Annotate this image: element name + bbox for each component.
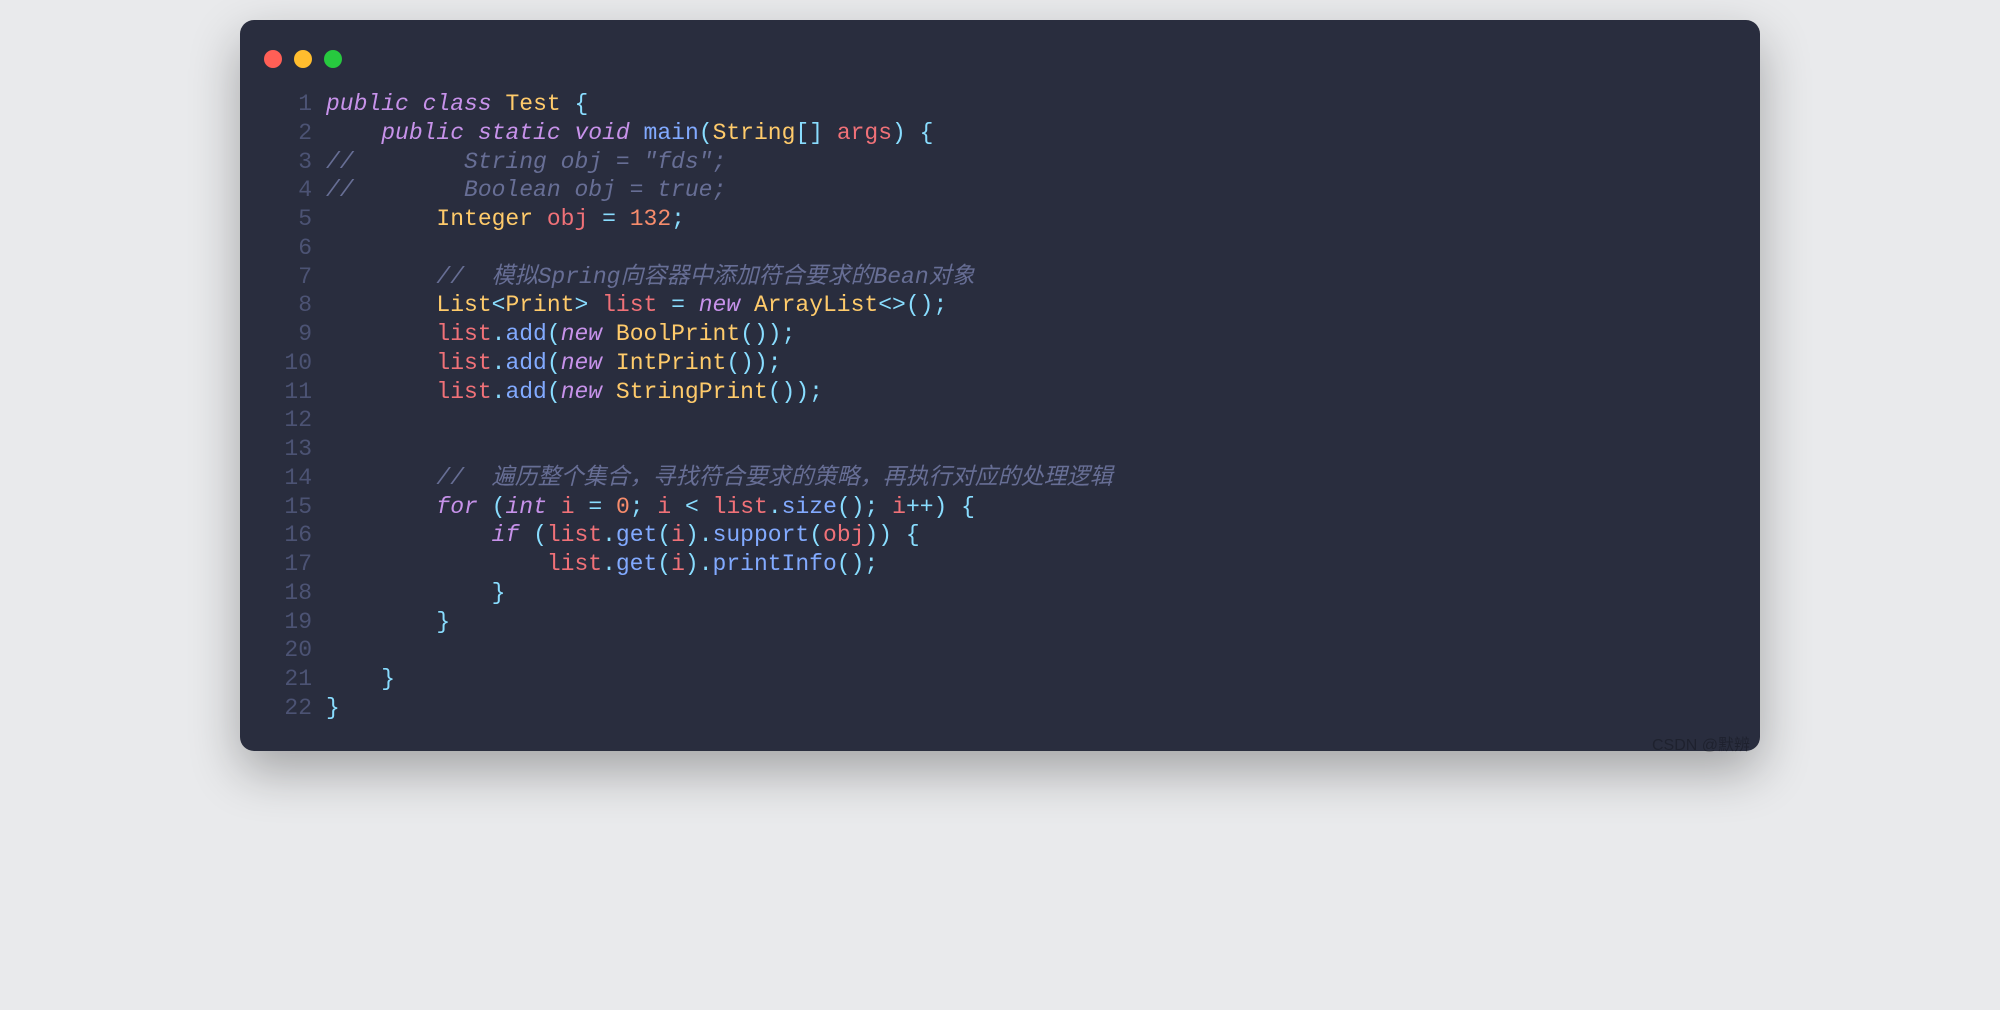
code-line: 15 for (int i = 0; i < list.size(); i++)… <box>240 493 1760 522</box>
line-content: } <box>326 665 1760 694</box>
line-content: list.add(new StringPrint()); <box>326 378 1760 407</box>
line-number: 14 <box>240 464 326 493</box>
window-titlebar <box>240 44 1760 90</box>
code-line: 9 list.add(new BoolPrint()); <box>240 320 1760 349</box>
line-content: list.add(new IntPrint()); <box>326 349 1760 378</box>
code-line: 17 list.get(i).printInfo(); <box>240 550 1760 579</box>
line-content: // Boolean obj = true; <box>326 176 1760 205</box>
line-content: for (int i = 0; i < list.size(); i++) { <box>326 493 1760 522</box>
line-content: // String obj = "fds"; <box>326 148 1760 177</box>
code-line: 3// String obj = "fds"; <box>240 148 1760 177</box>
line-content <box>326 406 1760 435</box>
code-window: 1public class Test {2 public static void… <box>240 20 1760 751</box>
line-number: 15 <box>240 493 326 522</box>
code-line: 8 List<Print> list = new ArrayList<>(); <box>240 291 1760 320</box>
line-number: 5 <box>240 205 326 234</box>
line-content: // 遍历整个集合，寻找符合要求的策略，再执行对应的处理逻辑 <box>326 464 1760 493</box>
line-content: } <box>326 694 1760 723</box>
code-line: 21 } <box>240 665 1760 694</box>
close-icon[interactable] <box>264 50 282 68</box>
line-number: 2 <box>240 119 326 148</box>
line-number: 12 <box>240 406 326 435</box>
line-content <box>326 435 1760 464</box>
line-content: // 模拟Spring向容器中添加符合要求的Bean对象 <box>326 263 1760 292</box>
line-number: 22 <box>240 694 326 723</box>
line-content: public class Test { <box>326 90 1760 119</box>
line-number: 6 <box>240 234 326 263</box>
line-content <box>326 234 1760 263</box>
line-number: 13 <box>240 435 326 464</box>
code-line: 20 <box>240 636 1760 665</box>
line-number: 19 <box>240 608 326 637</box>
line-content: list.get(i).printInfo(); <box>326 550 1760 579</box>
code-line: 4// Boolean obj = true; <box>240 176 1760 205</box>
code-line: 7 // 模拟Spring向容器中添加符合要求的Bean对象 <box>240 263 1760 292</box>
line-content <box>326 636 1760 665</box>
code-line: 6 <box>240 234 1760 263</box>
code-line: 16 if (list.get(i).support(obj)) { <box>240 521 1760 550</box>
line-content: } <box>326 608 1760 637</box>
code-line: 14 // 遍历整个集合，寻找符合要求的策略，再执行对应的处理逻辑 <box>240 464 1760 493</box>
line-number: 3 <box>240 148 326 177</box>
line-content: List<Print> list = new ArrayList<>(); <box>326 291 1760 320</box>
code-line: 10 list.add(new IntPrint()); <box>240 349 1760 378</box>
line-number: 21 <box>240 665 326 694</box>
code-block: 1public class Test {2 public static void… <box>240 90 1760 723</box>
line-number: 18 <box>240 579 326 608</box>
code-line: 18 } <box>240 579 1760 608</box>
maximize-icon[interactable] <box>324 50 342 68</box>
line-number: 7 <box>240 263 326 292</box>
minimize-icon[interactable] <box>294 50 312 68</box>
code-line: 2 public static void main(String[] args)… <box>240 119 1760 148</box>
line-number: 8 <box>240 291 326 320</box>
line-number: 10 <box>240 349 326 378</box>
watermark-text: CSDN @默辨 <box>1652 731 1750 755</box>
code-line: 19 } <box>240 608 1760 637</box>
code-line: 13 <box>240 435 1760 464</box>
line-content: list.add(new BoolPrint()); <box>326 320 1760 349</box>
line-content: Integer obj = 132; <box>326 205 1760 234</box>
line-number: 1 <box>240 90 326 119</box>
line-content: } <box>326 579 1760 608</box>
code-line: 12 <box>240 406 1760 435</box>
line-number: 9 <box>240 320 326 349</box>
code-line: 22} <box>240 694 1760 723</box>
line-number: 17 <box>240 550 326 579</box>
line-number: 20 <box>240 636 326 665</box>
line-number: 4 <box>240 176 326 205</box>
code-line: 5 Integer obj = 132; <box>240 205 1760 234</box>
line-number: 11 <box>240 378 326 407</box>
code-line: 1public class Test { <box>240 90 1760 119</box>
line-number: 16 <box>240 521 326 550</box>
line-content: if (list.get(i).support(obj)) { <box>326 521 1760 550</box>
line-content: public static void main(String[] args) { <box>326 119 1760 148</box>
code-line: 11 list.add(new StringPrint()); <box>240 378 1760 407</box>
